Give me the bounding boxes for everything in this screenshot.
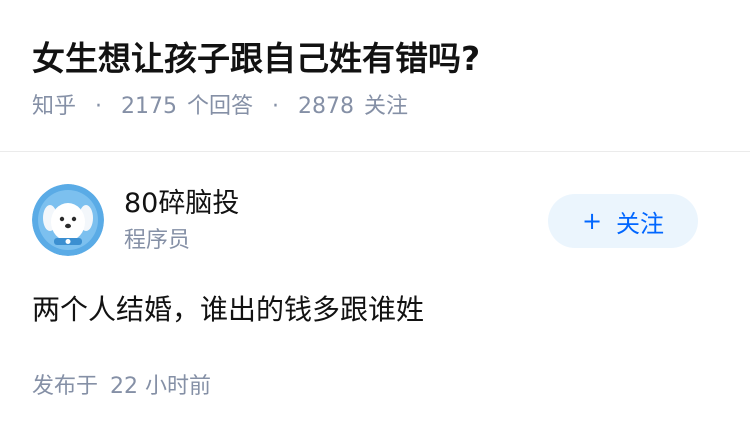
- answer-page: 女生想让孩子跟自己姓有错吗? 知乎 · 2175 个回答 · 2878 关注 8…: [0, 0, 750, 438]
- publish-info: 发布于 22 小时前: [32, 370, 211, 404]
- meta-separator: ·: [272, 94, 280, 119]
- publish-time: 22 小时前: [110, 374, 212, 399]
- author-role: 程序员: [124, 228, 191, 253]
- followers-label: 关注: [364, 94, 409, 119]
- cartoon-dog-avatar-icon: [32, 184, 104, 256]
- author-avatar[interactable]: [32, 184, 104, 256]
- author-name[interactable]: 80碎脑投: [124, 184, 239, 224]
- question-meta: 知乎 · 2175 个回答 · 2878 关注: [32, 90, 722, 124]
- question-title[interactable]: 女生想让孩子跟自己姓有错吗?: [32, 34, 722, 84]
- author-info: 80碎脑投 程序员 + 关注: [32, 184, 722, 260]
- plus-icon: +: [581, 207, 603, 235]
- meta-separator: ·: [95, 94, 103, 119]
- follow-button-label: 关注: [616, 209, 665, 238]
- publish-label: 发布于: [32, 374, 99, 399]
- answers-count: 2175: [121, 94, 178, 119]
- divider: [0, 151, 750, 152]
- follow-button[interactable]: + 关注: [548, 194, 698, 248]
- answer-content[interactable]: 两个人结婚，谁出的钱多跟谁姓: [32, 289, 424, 331]
- followers-count: 2878: [298, 94, 355, 119]
- answers-label: 个回答: [187, 94, 254, 119]
- source-label: 知乎: [32, 94, 77, 119]
- question-header: 女生想让孩子跟自己姓有错吗? 知乎 · 2175 个回答 · 2878 关注: [32, 34, 722, 124]
